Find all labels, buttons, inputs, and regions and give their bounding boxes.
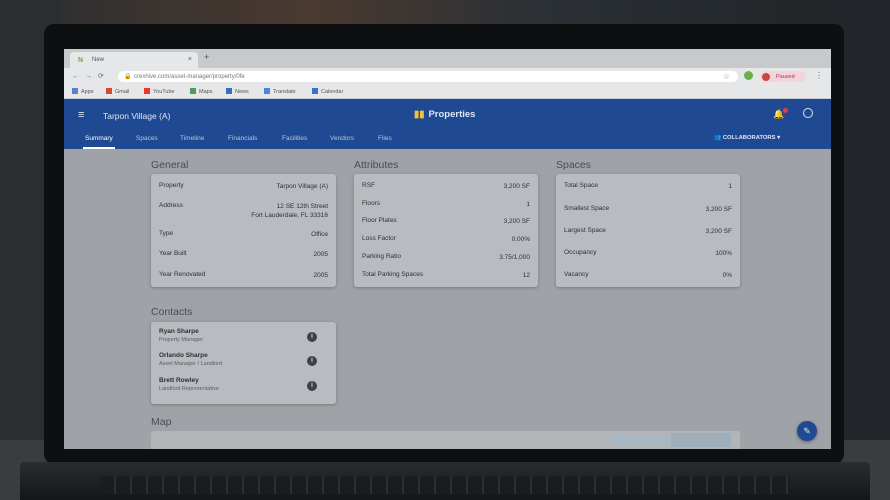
bookmark-translate[interactable]: Translate <box>264 88 296 95</box>
url-text: crexhive.com/asset-manager/property/0fe <box>134 73 245 80</box>
account-icon[interactable] <box>803 108 813 118</box>
bookmark-apps[interactable]: Apps <box>72 88 94 95</box>
browser-tab[interactable]: N New × <box>70 52 198 68</box>
app-header: ≡ Tarpon Village (A) ▮▮ Properties 🔔 Summ… <box>64 99 831 149</box>
tab-vendors[interactable]: Vendors <box>330 135 354 142</box>
browser-menu-icon[interactable]: ⋮ <box>815 71 823 80</box>
close-tab-icon[interactable]: × <box>188 56 192 63</box>
contacts-title: Contacts <box>151 306 193 318</box>
bookmark-gmail[interactable]: Gmail <box>106 88 129 95</box>
contacts-card: Ryan Sharpe Property Manager i Orlando Sh… <box>151 322 336 404</box>
bookmark-news[interactable]: News <box>226 88 249 95</box>
spaces-card: Total Space 1 Smallest Space 3,200 SF Larg… <box>556 174 740 287</box>
profile-avatar <box>762 72 770 81</box>
attributes-card: RSF 3,200 SF Floors 1 Floor Plates 3,200 SF… <box>354 174 538 287</box>
bookmark-calendar[interactable]: Calendar <box>312 88 343 95</box>
lock-icon: 🔒 <box>124 74 132 80</box>
section-tabs: Summary Spaces Timeline Financials Facil… <box>64 132 831 149</box>
project-title[interactable]: Tarpon Village (A) <box>103 111 170 121</box>
nav-arrows-icon[interactable]: ←→⟳ <box>72 72 110 80</box>
profile-status: Paused <box>776 73 795 80</box>
bookmarks-bar: Apps Gmail YouTube Maps News Translate C… <box>64 85 831 99</box>
extension-icon[interactable] <box>744 71 753 80</box>
bookmark-maps[interactable]: Maps <box>190 88 212 95</box>
map-water <box>671 433 731 447</box>
pencil-icon: ✎ <box>803 426 811 436</box>
tab-timeline[interactable]: Timeline <box>180 135 204 142</box>
map-water <box>611 435 671 445</box>
info-icon[interactable]: i <box>307 356 317 366</box>
contact-role: Property Manager <box>159 337 204 343</box>
contact-item: Brett Rowley Landlord Representative <box>159 377 219 392</box>
general-card: Property Tarpon Village (A) Address 12 SE … <box>151 174 336 287</box>
tab-spaces[interactable]: Spaces <box>136 135 158 142</box>
bookmark-youtube[interactable]: YouTube <box>144 88 175 95</box>
tab-financials[interactable]: Financials <box>228 135 257 142</box>
site-favicon-icon: N <box>78 57 84 64</box>
app-name: Properties <box>428 109 476 120</box>
map-title: Map <box>151 416 172 428</box>
contact-role: Asset Manager / Landlord <box>159 361 222 367</box>
contact-role: Landlord Representative <box>159 386 219 392</box>
contact-name: Orlando Sharpe <box>159 352 208 359</box>
general-title: General <box>151 159 189 171</box>
keyboard <box>100 476 790 494</box>
profile-button[interactable]: Paused <box>760 71 806 82</box>
attributes-title: Attributes <box>354 159 399 171</box>
address-bar-row: ←→⟳ 🔒 crexhive.com/asset-manager/propert… <box>64 68 831 85</box>
browser-tab-bar: N New × + <box>64 49 831 68</box>
star-icon[interactable]: ☆ <box>723 72 730 81</box>
app-brand: ▮▮ Properties <box>414 109 475 120</box>
info-icon[interactable]: i <box>307 332 317 342</box>
info-icon[interactable]: i <box>307 381 317 391</box>
edit-button[interactable]: ✎ <box>797 421 817 441</box>
url-input[interactable]: 🔒 crexhive.com/asset-manager/property/0f… <box>118 71 738 82</box>
tab-files[interactable]: Files <box>378 135 392 142</box>
spaces-title: Spaces <box>556 159 592 171</box>
tab-facilities[interactable]: Facilities <box>282 135 307 142</box>
contact-item: Orlando Sharpe Asset Manager / Landlord <box>159 352 222 367</box>
people-icon: 👥 <box>714 135 723 141</box>
tab-summary[interactable]: Summary <box>83 135 115 149</box>
collaborators-button[interactable]: 👥 COLLABORATORS ▾ <box>714 135 780 141</box>
contact-name: Ryan Sharpe <box>159 328 199 335</box>
map-view[interactable] <box>151 431 740 449</box>
new-tab-button[interactable]: + <box>204 52 209 62</box>
laptop-screen: N New × + ←→⟳ 🔒 crexhive.com/asset-manag… <box>64 49 831 449</box>
notifications-icon[interactable]: 🔔 <box>773 108 789 120</box>
contact-item: Ryan Sharpe Property Manager <box>159 328 203 343</box>
browser-tab-title: New <box>92 57 105 63</box>
menu-icon[interactable]: ≡ <box>78 109 84 121</box>
notification-badge <box>783 108 789 113</box>
contact-name: Brett Rowley <box>159 377 199 384</box>
summary-content: General Property Tarpon Village (A) Addre… <box>64 148 831 449</box>
properties-logo-icon: ▮▮ <box>414 109 425 120</box>
